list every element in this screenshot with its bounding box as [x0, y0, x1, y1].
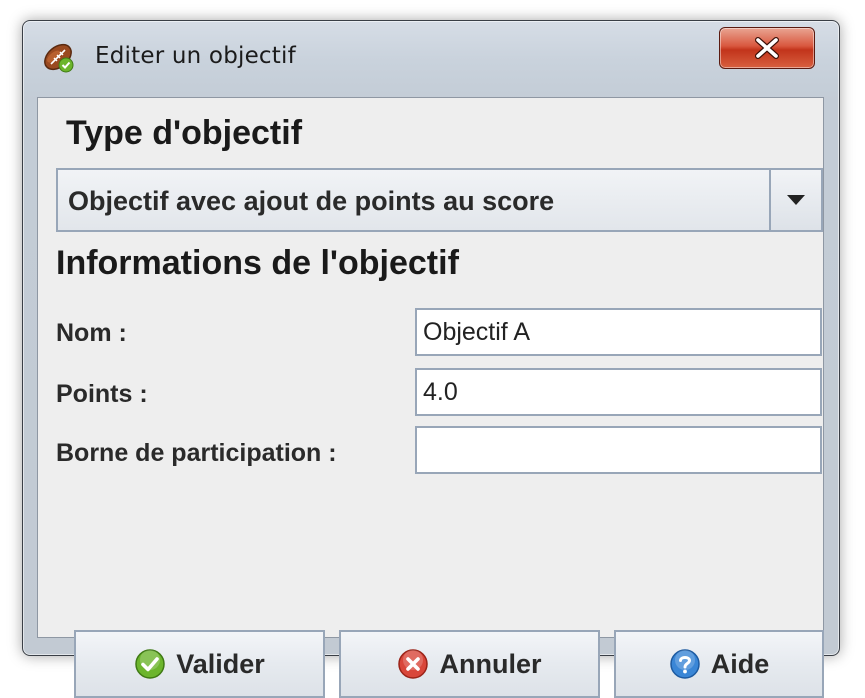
participation-bound-field[interactable]	[415, 426, 822, 474]
cancel-button[interactable]: Annuler	[339, 630, 600, 698]
validate-button-label: Valider	[176, 648, 265, 679]
name-field[interactable]	[415, 308, 822, 356]
points-label: Points :	[56, 380, 148, 408]
validate-button[interactable]: Valider	[74, 630, 325, 698]
type-combobox-value: Objectif avec ajout de points au score	[68, 186, 555, 216]
window-title: Editer un objectif	[95, 43, 296, 69]
type-heading: Type d'objectif	[66, 114, 303, 152]
title-bar[interactable]: Editer un objectif	[23, 21, 839, 95]
close-icon	[755, 37, 779, 59]
check-icon	[135, 649, 165, 679]
football-app-icon	[44, 43, 74, 73]
x-circle-icon	[398, 649, 429, 679]
help-button-label: Aide	[710, 648, 770, 679]
info-heading: Informations de l'objectif	[56, 244, 459, 282]
close-button[interactable]	[719, 27, 815, 69]
name-label: Nom :	[56, 319, 127, 347]
combobox-arrow-button[interactable]	[769, 170, 821, 230]
dialog-content: Type d'objectif Objectif avec ajout de p…	[37, 97, 824, 698]
question-icon	[669, 649, 700, 679]
type-combobox[interactable]: Objectif avec ajout de points au score	[56, 168, 823, 232]
points-field[interactable]	[415, 368, 822, 416]
chevron-down-icon	[787, 195, 805, 205]
dialog-window: Editer un objectif Type d'objectif Objec…	[22, 20, 840, 698]
participation-bound-label: Borne de participation :	[56, 439, 337, 467]
cancel-button-label: Annuler	[439, 648, 542, 679]
help-button[interactable]: Aide	[614, 630, 824, 698]
